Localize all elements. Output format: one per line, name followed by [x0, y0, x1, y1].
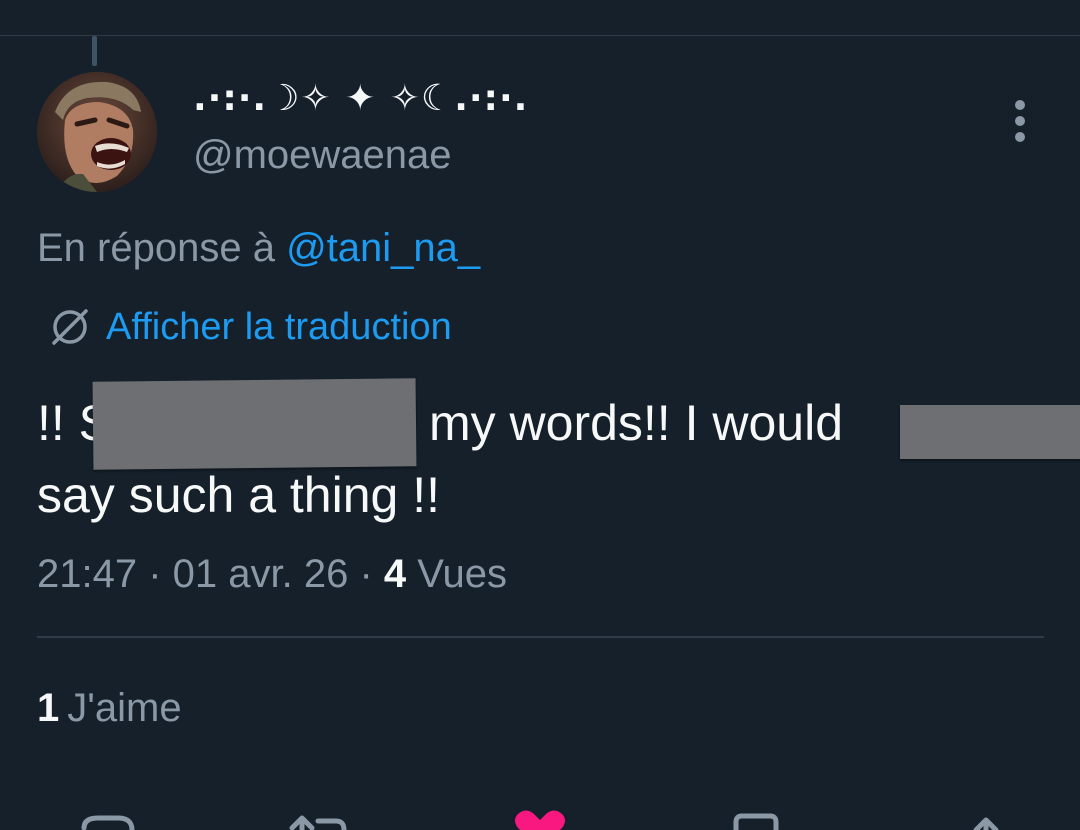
tweet-date: 01 avr. 26 — [172, 552, 349, 596]
author-handle[interactable]: @moewaenae — [193, 133, 452, 178]
author-display-name[interactable]: .·:·.☽✧ ✦ ✧☾.·:·. — [193, 78, 528, 119]
share-icon — [973, 817, 999, 830]
translate-button[interactable]: Afficher la traduction — [48, 303, 452, 351]
meta-separator: · — [137, 552, 173, 596]
redaction-block — [92, 378, 417, 470]
avatar[interactable] — [37, 72, 157, 192]
more-dot-icon — [1015, 100, 1025, 110]
more-dot-icon — [1015, 116, 1025, 126]
tweet-meta: 21:47 · 01 avr. 26 · 4 Vues — [37, 552, 507, 597]
tweet-detail-view: .·:·.☽✧ ✦ ✧☾.·:·. @moewaenae En réponse … — [0, 0, 1080, 830]
tweet-time: 21:47 — [37, 552, 138, 596]
like-button[interactable] — [510, 808, 570, 830]
reply-icon — [81, 815, 135, 830]
likes-stat[interactable]: 1 J'aime — [37, 686, 182, 731]
thread-connector-line — [92, 36, 97, 66]
retweet-button[interactable] — [288, 808, 348, 830]
bookmark-icon — [733, 813, 779, 830]
bookmark-button[interactable] — [726, 808, 786, 830]
stats-divider — [37, 636, 1044, 638]
tweet-text-line2: say such a thing !! — [37, 467, 441, 523]
likes-label: J'aime — [67, 686, 182, 730]
reply-button[interactable] — [78, 808, 138, 830]
likes-count: 1 — [37, 686, 60, 730]
more-options-button[interactable] — [1004, 96, 1036, 146]
translate-label: Afficher la traduction — [106, 305, 452, 348]
more-dot-icon — [1015, 132, 1025, 142]
avatar-image — [37, 72, 157, 192]
views-label: Vues — [406, 552, 507, 596]
globe-slash-icon — [52, 309, 88, 345]
heart-icon — [515, 810, 565, 830]
share-button[interactable] — [956, 808, 1016, 830]
reply-prefix: En réponse à — [37, 226, 287, 270]
redaction-block — [900, 405, 1080, 459]
retweet-icon — [289, 815, 347, 830]
meta-separator: · — [348, 552, 384, 596]
views-count: 4 — [383, 552, 407, 596]
top-divider — [0, 35, 1080, 36]
tweet-text-line1-end: my words!! I would — [429, 395, 844, 451]
reply-context: En réponse à @tani_na_ — [37, 226, 480, 271]
reply-mention-link[interactable]: @tani_na_ — [286, 226, 480, 270]
